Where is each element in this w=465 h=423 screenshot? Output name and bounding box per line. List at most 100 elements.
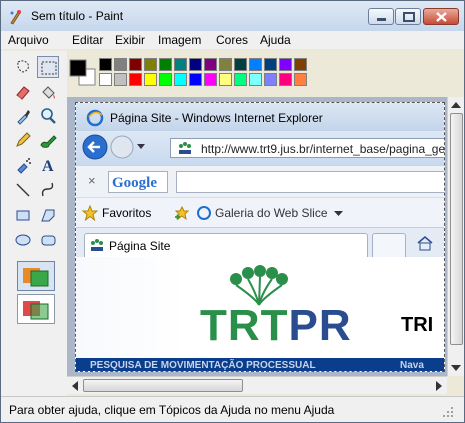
polygon-icon[interactable] xyxy=(37,204,59,226)
curve-icon[interactable] xyxy=(37,179,59,201)
ie-search-bar: × Google xyxy=(76,165,444,198)
minimize-button[interactable] xyxy=(368,8,394,25)
google-search-brand: Google xyxy=(108,171,168,193)
color-swatch[interactable] xyxy=(189,73,202,86)
title-bar[interactable]: Sem título - Paint xyxy=(1,1,464,31)
menu-bar: Arquivo Editar Exibir Imagem Cores Ajuda xyxy=(1,31,464,49)
rectangle-icon[interactable] xyxy=(12,204,34,226)
brush-icon[interactable] xyxy=(37,129,59,151)
window-title: Sem título - Paint xyxy=(31,9,124,23)
color-swatch[interactable] xyxy=(219,73,232,86)
color-swatch[interactable] xyxy=(114,73,127,86)
vertical-scroll-thumb[interactable] xyxy=(450,113,463,345)
vertical-scrollbar[interactable] xyxy=(447,97,464,376)
color-swatch[interactable] xyxy=(174,73,187,86)
horizontal-scroll-thumb[interactable] xyxy=(83,379,243,392)
trt-favicon xyxy=(179,142,191,154)
logo-trt: TRT xyxy=(200,301,289,350)
maximize-button[interactable] xyxy=(395,8,421,25)
color-swatch[interactable] xyxy=(249,58,262,71)
nav-dropdown-icon xyxy=(137,144,145,149)
ie-title-bar: Página Site - Windows Internet Explorer xyxy=(76,103,444,131)
banner-text-2: Nava xyxy=(400,360,424,371)
color-swatch[interactable] xyxy=(279,73,292,86)
ie-title-text: Página Site - Windows Internet Explorer xyxy=(110,111,323,125)
google-search-field xyxy=(176,171,444,193)
color-swatch[interactable] xyxy=(264,73,277,86)
back-arrow-icon xyxy=(82,134,108,160)
color-swatch[interactable] xyxy=(114,58,127,71)
ellipse-icon[interactable] xyxy=(12,229,34,251)
paint-app-icon xyxy=(10,10,21,25)
color-swatch[interactable] xyxy=(189,58,202,71)
menu-ajuda[interactable]: Ajuda xyxy=(260,33,291,47)
trtpr-logo-text: TRTPR xyxy=(200,301,352,351)
status-text: Para obter ajuda, clique em Tópicos da A… xyxy=(9,403,335,417)
fill-icon[interactable] xyxy=(37,81,59,103)
magnifier-icon[interactable] xyxy=(37,105,59,127)
color-swatch[interactable] xyxy=(174,58,187,71)
color-swatch[interactable] xyxy=(99,58,112,71)
transparent-option-transparent[interactable] xyxy=(17,294,55,324)
color-swatch[interactable] xyxy=(234,58,247,71)
horizontal-scrollbar[interactable] xyxy=(67,376,447,394)
pencil-icon[interactable] xyxy=(12,129,34,151)
favorites-label: Favoritos xyxy=(102,206,152,220)
canvas-area[interactable]: Página Site - Windows Internet Explorer xyxy=(67,97,464,376)
banner-text: PESQUISA DE MOVIMENTAÇÃO PROCESSUAL xyxy=(90,360,316,371)
text-icon[interactable]: A xyxy=(37,154,59,176)
paint-window: Sem título - Paint Arquivo Editar Exibir… xyxy=(0,0,465,423)
ie-favorites-bar: Favoritos Galeria do Web Slice xyxy=(76,197,444,228)
line-icon[interactable] xyxy=(12,179,34,201)
resize-grip-icon[interactable] xyxy=(441,405,455,419)
close-button[interactable] xyxy=(423,8,459,25)
menu-arquivo[interactable]: Arquivo xyxy=(8,33,49,47)
color-swatch[interactable] xyxy=(204,58,217,71)
menu-cores[interactable]: Cores xyxy=(216,33,248,47)
free-select-icon[interactable] xyxy=(12,56,34,78)
scroll-left-arrow-icon[interactable] xyxy=(71,381,79,391)
scroll-up-arrow-icon[interactable] xyxy=(451,101,461,109)
color-swatch[interactable] xyxy=(294,58,307,71)
menu-editar[interactable]: Editar xyxy=(72,33,103,47)
color-swatch[interactable] xyxy=(279,58,292,71)
tab-label: Página Site xyxy=(109,239,171,253)
current-colors[interactable] xyxy=(69,59,97,87)
color-swatch[interactable] xyxy=(129,58,142,71)
color-swatch[interactable] xyxy=(159,73,172,86)
color-picker-icon[interactable] xyxy=(12,105,34,127)
color-swatch[interactable] xyxy=(264,58,277,71)
color-swatch[interactable] xyxy=(204,73,217,86)
favorites-star-icon xyxy=(82,205,98,221)
color-swatch[interactable] xyxy=(144,73,157,86)
color-swatch[interactable] xyxy=(99,73,112,86)
foreground-color-box xyxy=(69,59,87,77)
web-page: TRTPR TRI PESQUISA DE MOVIMENTAÇÃO PROCE… xyxy=(76,257,444,371)
color-swatch[interactable] xyxy=(159,58,172,71)
color-swatch[interactable] xyxy=(129,73,142,86)
logo-pr: PR xyxy=(288,301,352,350)
canvas[interactable]: Página Site - Windows Internet Explorer xyxy=(75,102,445,372)
tab-favicon xyxy=(91,239,103,251)
color-swatch[interactable] xyxy=(294,73,307,86)
rect-select-icon[interactable] xyxy=(37,56,59,78)
ie-tab: Página Site xyxy=(84,233,368,257)
menu-exibir[interactable]: Exibir xyxy=(115,33,145,47)
menu-imagem[interactable]: Imagem xyxy=(158,33,201,47)
scroll-down-arrow-icon[interactable] xyxy=(451,364,461,372)
blue-banner: PESQUISA DE MOVIMENTAÇÃO PROCESSUAL Nava xyxy=(76,358,444,371)
color-swatch[interactable] xyxy=(249,73,262,86)
airbrush-icon[interactable] xyxy=(12,154,34,176)
transparent-option-opaque[interactable] xyxy=(17,261,55,291)
rounded-rect-icon[interactable] xyxy=(37,229,59,251)
google-wordmark: Google xyxy=(112,175,157,191)
web-slice-icon xyxy=(197,206,211,220)
web-slice-dropdown-icon xyxy=(334,211,343,216)
color-swatch[interactable] xyxy=(144,58,157,71)
eraser-icon[interactable] xyxy=(12,81,34,103)
color-swatch[interactable] xyxy=(234,73,247,86)
address-bar: http://www.trt9.jus.br/internet_base/pag… xyxy=(170,138,444,158)
scroll-right-arrow-icon[interactable] xyxy=(435,381,443,391)
status-bar: Para obter ajuda, clique em Tópicos da A… xyxy=(1,396,464,422)
color-swatch[interactable] xyxy=(219,58,232,71)
